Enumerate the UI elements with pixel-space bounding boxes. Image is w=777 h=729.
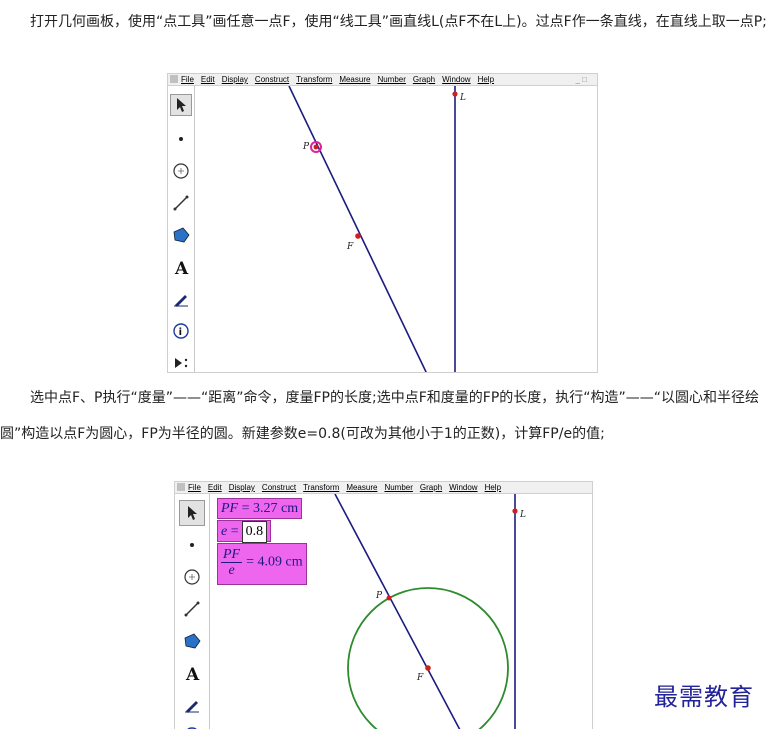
- info-tool[interactable]: i: [170, 320, 192, 342]
- point-tool-2[interactable]: [181, 534, 203, 556]
- instruction-text-1: 打开几何画板，使用“点工具”画任意一点F，使用“线工具”画直线L(点F不在L上)…: [30, 14, 767, 30]
- label-f-2: F: [416, 673, 424, 683]
- measurement-pf-value: = 3.27 cm: [241, 501, 299, 516]
- label-p-2: P: [375, 591, 383, 601]
- point-tool[interactable]: [170, 128, 192, 150]
- measurement-pf[interactable]: PF = 3.27 cm: [217, 498, 303, 519]
- compass-tool[interactable]: [170, 160, 192, 182]
- svg-text:A: A: [185, 665, 200, 682]
- window-controls[interactable]: _ □: [575, 74, 587, 85]
- toolbox-2: A i: [175, 494, 210, 729]
- instruction-paragraph-2: 选中点F、P执行“度量”——“距离”命令，度量FP的长度;选中点F和度量的FP的…: [0, 380, 770, 452]
- fraction-numerator: PF: [221, 547, 243, 563]
- compass-tool-icon: [184, 569, 200, 585]
- straightedge-tool-icon: [173, 195, 189, 211]
- info-tool-2[interactable]: i: [181, 724, 203, 729]
- menu-help-2[interactable]: Help: [485, 483, 501, 492]
- menu-bar-2: File Edit Display Construct Transform Measure…: [175, 482, 592, 494]
- point-p[interactable]: [313, 144, 319, 150]
- parameter-e[interactable]: e = 0.8: [217, 520, 272, 543]
- calculation-pf-over-e[interactable]: PF e = 4.09 cm: [217, 543, 307, 585]
- text-tool[interactable]: A: [170, 256, 192, 278]
- text-tool-2[interactable]: A: [181, 662, 203, 684]
- text-tool-icon: A: [185, 665, 200, 682]
- polygon-tool-icon: [173, 227, 190, 243]
- menu-window[interactable]: Window: [442, 75, 470, 84]
- label-l: L: [459, 93, 466, 103]
- marker-tool-icon: [174, 295, 188, 307]
- sketchpad-screenshot-1: File Edit Display Construct Transform Measure…: [167, 73, 598, 373]
- menu-number[interactable]: Number: [377, 75, 405, 84]
- menu-edit-2[interactable]: Edit: [208, 483, 222, 492]
- polygon-tool-2[interactable]: [181, 630, 203, 652]
- polygon-tool-icon: [184, 633, 201, 649]
- compass-tool-2[interactable]: [181, 566, 203, 588]
- instruction-paragraph-1: 打开几何画板，使用“点工具”画任意一点F，使用“线工具”画直线L(点F不在L上)…: [0, 4, 770, 40]
- menu-graph[interactable]: Graph: [413, 75, 435, 84]
- svg-text:i: i: [179, 327, 182, 338]
- label-f: F: [346, 242, 354, 252]
- custom-tool[interactable]: [170, 352, 192, 372]
- menu-construct[interactable]: Construct: [255, 75, 289, 84]
- menu-display[interactable]: Display: [222, 75, 248, 84]
- arrow-tool[interactable]: [170, 94, 192, 116]
- instruction-text-2: 选中点F、P执行“度量”——“距离”命令，度量FP的长度;选中点F和度量的FP的…: [0, 390, 760, 442]
- point-p-2[interactable]: [386, 595, 392, 601]
- straightedge-tool[interactable]: [170, 192, 192, 214]
- compass-tool-icon: [173, 163, 189, 179]
- marker-tool-icon: [185, 701, 199, 713]
- calculation-value: = 4.09 cm: [246, 554, 303, 570]
- menu-display-2[interactable]: Display: [229, 483, 255, 492]
- point-on-l-2[interactable]: [512, 508, 518, 514]
- menu-transform[interactable]: Transform: [296, 75, 332, 84]
- sketchpad-screenshot-2: File Edit Display Construct Transform Measure…: [174, 481, 593, 729]
- sketch-canvas-svg: P F L: [288, 86, 466, 372]
- point-tool-icon: [179, 137, 183, 141]
- marker-tool-2[interactable]: [181, 694, 203, 716]
- custom-tool-icon: [175, 358, 188, 368]
- menu-transform-2[interactable]: Transform: [303, 483, 339, 492]
- arrow-tool-icon: [188, 506, 197, 520]
- menu-number-2[interactable]: Number: [384, 483, 412, 492]
- menu-edit[interactable]: Edit: [201, 75, 215, 84]
- point-f[interactable]: [355, 233, 361, 239]
- fraction: PF e: [221, 547, 243, 578]
- menu-window-2[interactable]: Window: [449, 483, 477, 492]
- label-l-2: L: [519, 510, 526, 520]
- app-icon-2: [177, 483, 185, 491]
- arrow-tool-icon: [177, 98, 186, 112]
- parameter-e-symbol: e: [221, 524, 228, 539]
- straightedge-tool-icon: [184, 601, 200, 617]
- marker-tool[interactable]: [170, 288, 192, 310]
- menu-measure[interactable]: Measure: [339, 75, 370, 84]
- fraction-denominator: e: [228, 563, 235, 578]
- menu-graph-2[interactable]: Graph: [420, 483, 442, 492]
- text-tool-icon: A: [174, 259, 189, 276]
- watermark-logo: 最需教育: [654, 683, 754, 711]
- menu-file-2[interactable]: File: [188, 483, 201, 492]
- toolbox: A i: [168, 86, 195, 372]
- point-tool-icon: [190, 543, 194, 547]
- menu-bar: File Edit Display Construct Transform Measure…: [168, 74, 597, 86]
- parameter-e-value[interactable]: 0.8: [241, 521, 268, 543]
- menu-construct-2[interactable]: Construct: [262, 483, 296, 492]
- line-through-f: [288, 86, 427, 372]
- app-icon: [170, 75, 178, 83]
- arrow-tool-2[interactable]: [179, 500, 205, 526]
- menu-help[interactable]: Help: [478, 75, 494, 84]
- point-f-2[interactable]: [425, 665, 431, 671]
- straightedge-tool-2[interactable]: [181, 598, 203, 620]
- point-on-l[interactable]: [452, 91, 458, 97]
- line-through-f-2: [334, 494, 461, 729]
- menu-measure-2[interactable]: Measure: [346, 483, 377, 492]
- sketch-canvas[interactable]: P F L: [195, 86, 597, 372]
- circle-f-radius-fp[interactable]: [347, 587, 509, 729]
- polygon-tool[interactable]: [170, 224, 192, 246]
- svg-text:A: A: [174, 259, 189, 276]
- info-tool-icon: i: [173, 323, 189, 339]
- measurement-pf-symbol: PF: [221, 501, 239, 516]
- menu-file[interactable]: File: [181, 75, 194, 84]
- parameter-e-eq: =: [230, 524, 239, 539]
- label-p: P: [302, 142, 310, 152]
